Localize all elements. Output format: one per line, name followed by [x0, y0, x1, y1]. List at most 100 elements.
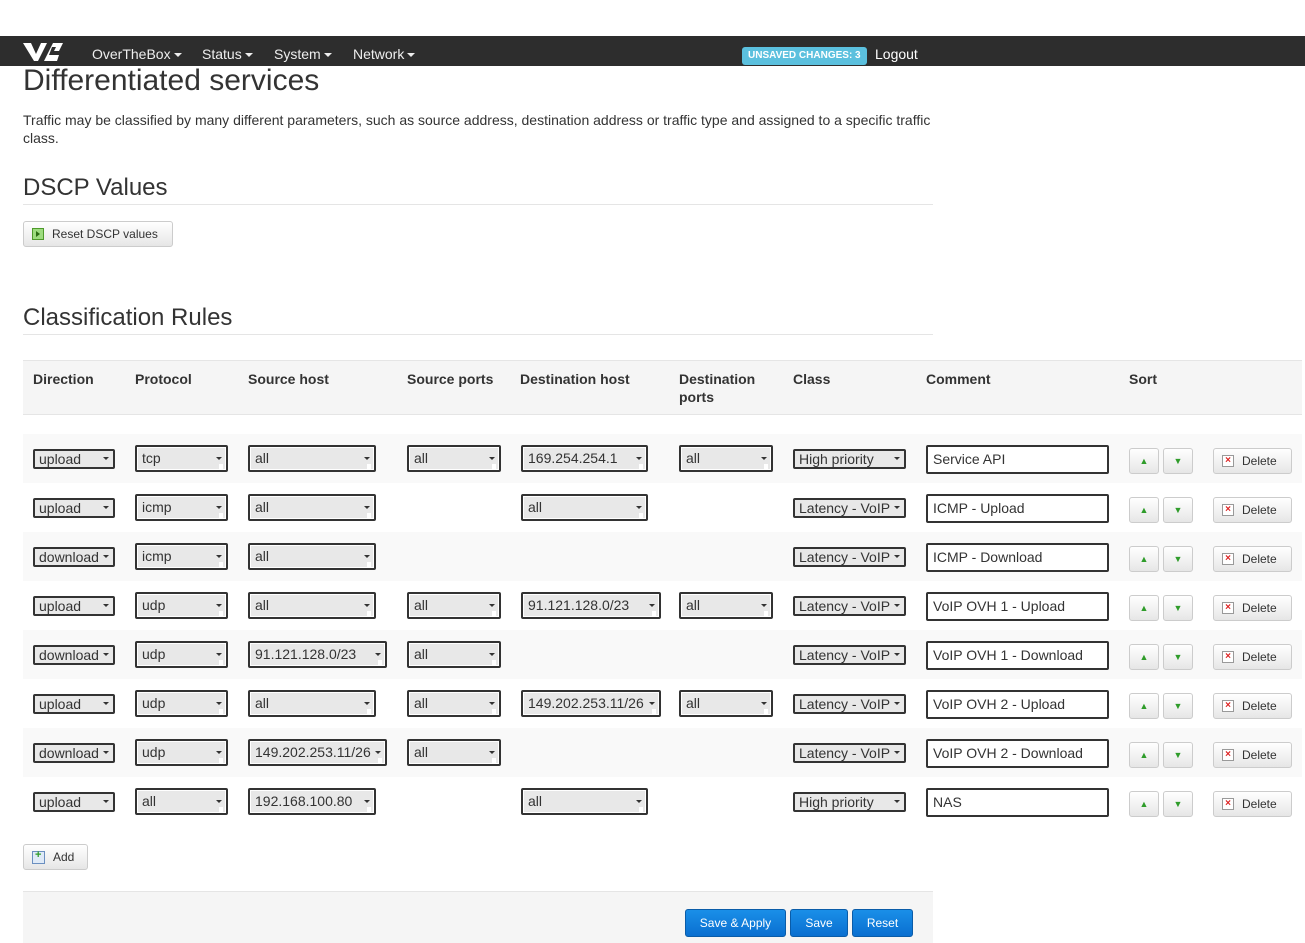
- comment-input[interactable]: ICMP - Download: [926, 543, 1109, 572]
- direction-select[interactable]: upload: [33, 596, 115, 616]
- move-up-button[interactable]: ▲: [1129, 791, 1159, 817]
- move-down-button[interactable]: ▼: [1163, 595, 1193, 621]
- delete-icon: ×: [1222, 553, 1234, 565]
- menu-status[interactable]: Status: [202, 36, 253, 66]
- delete-rule-button[interactable]: × Delete: [1213, 791, 1292, 817]
- source-host-select[interactable]: 91.121.128.0/23: [248, 641, 387, 668]
- move-up-button[interactable]: ▲: [1129, 497, 1159, 523]
- move-down-button[interactable]: ▼: [1163, 546, 1193, 572]
- source-ports-select[interactable]: all: [407, 445, 501, 472]
- class-select[interactable]: Latency - VoIP: [793, 498, 906, 518]
- unsaved-changes-badge[interactable]: UNSAVED CHANGES: 3: [742, 47, 867, 65]
- protocol-select[interactable]: udp: [135, 739, 228, 766]
- move-up-button[interactable]: ▲: [1129, 595, 1159, 621]
- arrow-down-icon: ▼: [1173, 750, 1183, 760]
- menu-overthebox[interactable]: OverTheBox: [92, 36, 182, 66]
- protocol-select[interactable]: icmp: [135, 494, 228, 521]
- direction-select[interactable]: upload: [33, 498, 115, 518]
- direction-select[interactable]: upload: [33, 792, 115, 812]
- direction-select[interactable]: download: [33, 645, 115, 665]
- destination-host-select[interactable]: 169.254.254.1: [521, 445, 648, 472]
- destination-host-select[interactable]: 91.121.128.0/23: [521, 592, 661, 619]
- comment-input[interactable]: Service API: [926, 445, 1109, 474]
- delete-rule-button[interactable]: × Delete: [1213, 595, 1292, 621]
- direction-select[interactable]: download: [33, 547, 115, 567]
- source-ports-select[interactable]: all: [407, 641, 501, 668]
- class-select[interactable]: Latency - VoIP: [793, 743, 906, 763]
- reset-dscp-button[interactable]: Reset DSCP values: [23, 221, 173, 247]
- source-host-select[interactable]: 192.168.100.80: [248, 788, 376, 815]
- class-select[interactable]: Latency - VoIP: [793, 645, 906, 665]
- delete-rule-button[interactable]: × Delete: [1213, 497, 1292, 523]
- save-button[interactable]: Save: [790, 909, 848, 937]
- delete-rule-button[interactable]: × Delete: [1213, 742, 1292, 768]
- logout-link[interactable]: Logout: [875, 36, 918, 72]
- class-select[interactable]: Latency - VoIP: [793, 547, 906, 567]
- add-rule-button[interactable]: Add: [23, 844, 88, 870]
- move-up-button[interactable]: ▲: [1129, 448, 1159, 474]
- delete-rule-button[interactable]: × Delete: [1213, 644, 1292, 670]
- chevron-down-icon: [244, 53, 253, 58]
- protocol-select[interactable]: udp: [135, 641, 228, 668]
- move-down-button[interactable]: ▼: [1163, 644, 1193, 670]
- direction-select[interactable]: upload: [33, 449, 115, 469]
- reset-icon: [32, 228, 44, 240]
- table-row: download udp 149.202.253.11/26 all Latency -…: [23, 728, 1302, 777]
- move-down-button[interactable]: ▼: [1163, 742, 1193, 768]
- reset-button[interactable]: Reset: [852, 909, 913, 937]
- source-ports-select[interactable]: all: [407, 739, 501, 766]
- source-ports-select[interactable]: all: [407, 592, 501, 619]
- source-host-select[interactable]: all: [248, 592, 376, 619]
- delete-rule-button[interactable]: × Delete: [1213, 448, 1292, 474]
- source-ports-select[interactable]: all: [407, 690, 501, 717]
- move-up-button[interactable]: ▲: [1129, 546, 1159, 572]
- protocol-select[interactable]: tcp: [135, 445, 228, 472]
- table-row: upload all 192.168.100.80 all High priority N…: [23, 777, 1302, 826]
- move-up-button[interactable]: ▲: [1129, 742, 1159, 768]
- overthebox-logo-icon[interactable]: [22, 40, 64, 62]
- direction-select[interactable]: download: [33, 743, 115, 763]
- source-host-select[interactable]: all: [248, 494, 376, 521]
- comment-input[interactable]: NAS: [926, 788, 1109, 817]
- direction-select[interactable]: upload: [33, 694, 115, 714]
- move-up-button[interactable]: ▲: [1129, 644, 1159, 670]
- protocol-select[interactable]: all: [135, 788, 228, 815]
- class-select[interactable]: High priority: [793, 449, 906, 469]
- move-down-button[interactable]: ▼: [1163, 693, 1193, 719]
- destination-host-select[interactable]: 149.202.253.11/26: [521, 690, 661, 717]
- destination-host-select[interactable]: all: [521, 494, 648, 521]
- source-host-select[interactable]: all: [248, 690, 376, 717]
- arrow-up-icon: ▲: [1139, 701, 1149, 711]
- delete-rule-button[interactable]: × Delete: [1213, 693, 1292, 719]
- move-down-button[interactable]: ▼: [1163, 497, 1193, 523]
- table-row: upload udp all all 149.202.253.11/26 all Laten…: [23, 679, 1302, 728]
- protocol-select[interactable]: icmp: [135, 543, 228, 570]
- comment-input[interactable]: VoIP OVH 2 - Upload: [926, 690, 1109, 719]
- class-select[interactable]: High priority: [793, 792, 906, 812]
- source-host-select[interactable]: 149.202.253.11/26: [248, 739, 387, 766]
- save-apply-button[interactable]: Save & Apply: [685, 909, 786, 937]
- source-host-select[interactable]: all: [248, 445, 376, 472]
- comment-input[interactable]: ICMP - Upload: [926, 494, 1109, 523]
- move-down-button[interactable]: ▼: [1163, 448, 1193, 474]
- move-down-button[interactable]: ▼: [1163, 791, 1193, 817]
- protocol-select[interactable]: udp: [135, 690, 228, 717]
- destination-ports-select[interactable]: all: [679, 592, 773, 619]
- protocol-select[interactable]: udp: [135, 592, 228, 619]
- comment-input[interactable]: VoIP OVH 1 - Download: [926, 641, 1109, 670]
- move-up-button[interactable]: ▲: [1129, 693, 1159, 719]
- comment-input[interactable]: VoIP OVH 2 - Download: [926, 739, 1109, 768]
- menu-network[interactable]: Network: [353, 36, 416, 66]
- class-select[interactable]: Latency - VoIP: [793, 596, 906, 616]
- destination-ports-select[interactable]: all: [679, 445, 773, 472]
- header-direction: Direction: [33, 371, 94, 387]
- delete-rule-button[interactable]: × Delete: [1213, 546, 1292, 572]
- arrow-down-icon: ▼: [1173, 554, 1183, 564]
- destination-ports-select[interactable]: all: [679, 690, 773, 717]
- menu-system[interactable]: System: [274, 36, 332, 66]
- arrow-up-icon: ▲: [1139, 652, 1149, 662]
- comment-input[interactable]: VoIP OVH 1 - Upload: [926, 592, 1109, 621]
- destination-host-select[interactable]: all: [521, 788, 648, 815]
- source-host-select[interactable]: all: [248, 543, 376, 570]
- class-select[interactable]: Latency - VoIP: [793, 694, 906, 714]
